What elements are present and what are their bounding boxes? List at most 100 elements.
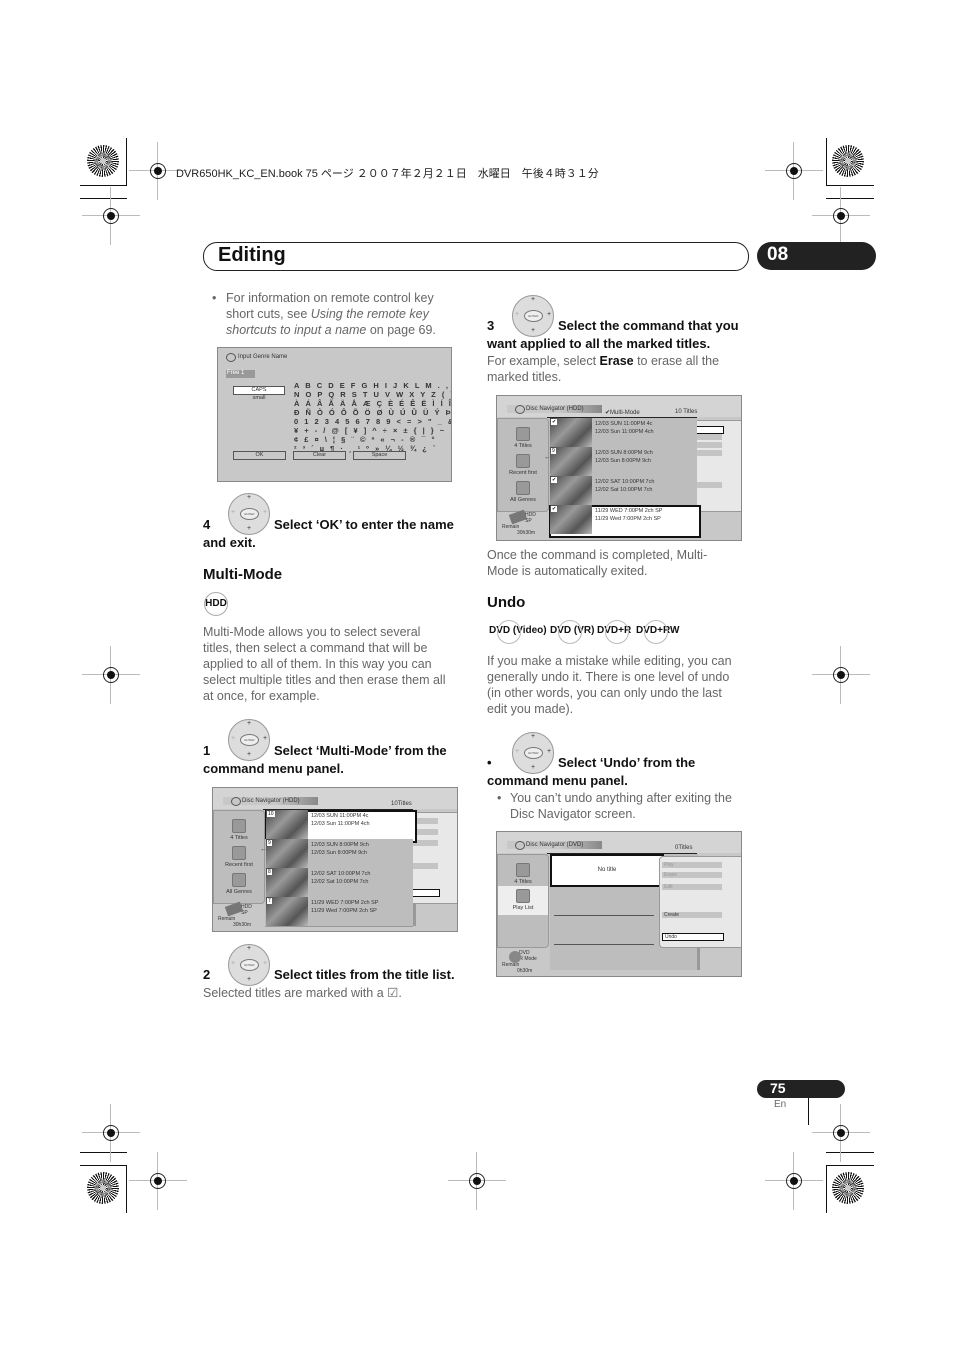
badge-circle xyxy=(497,620,521,644)
command-menu: Play Erase Edit Create Undo xyxy=(659,856,741,948)
keyboard-row[interactable]: À Á Â Ã Ä Å Æ Ç È É Ê Ë Ì Í Î Ï # xyxy=(294,399,451,408)
disc-icon xyxy=(515,841,525,850)
registration-sunburst-bottom-left xyxy=(87,1172,119,1204)
keyboard-row[interactable]: Ð Ñ Ò Ó Ô Õ Ö Ø Ù Ú Û Ü Ý Þ ß $ % xyxy=(294,408,451,417)
genre-name-field[interactable]: Free 1 xyxy=(226,370,255,378)
row-line-2: 12/03 Sun 8:00PM 9ch xyxy=(311,850,367,856)
step-1-number: 1 xyxy=(203,743,211,758)
thumbnail: ✔ xyxy=(550,418,592,447)
title-number: 9 xyxy=(267,840,272,846)
keyboard-row[interactable]: 0 1 2 3 4 5 6 7 8 9 < = > " _ & ' xyxy=(294,417,451,426)
registration-sunburst-bottom-right xyxy=(832,1172,864,1204)
registration-sunburst-top-left xyxy=(87,145,119,177)
side-panel: 4 Titles Play List xyxy=(497,854,549,948)
crop-mark xyxy=(826,1152,874,1153)
undo-step-text: Select ‘Undo’ from the xyxy=(558,755,696,770)
crop-mark xyxy=(80,1165,127,1166)
caps-toggle[interactable]: CAPS xyxy=(233,386,285,395)
keyboard-row[interactable]: A B C D E F G H I J K L M . , ? ! xyxy=(294,381,451,390)
scrollbar[interactable] xyxy=(413,904,416,926)
registration-mark xyxy=(129,142,187,200)
side-item-titles[interactable]: 4 Titles xyxy=(498,863,548,885)
scrollbar[interactable] xyxy=(697,948,700,970)
keyboard-row[interactable]: ¥ + - / @ [ ¥ ] ^ ÷ × ± { | } ~ ¡ xyxy=(294,426,451,435)
space-button[interactable]: Space xyxy=(353,451,406,460)
step-3-note: For example, select Erase to erase all t… xyxy=(487,354,720,384)
undo-step-text-cont: command menu panel. xyxy=(487,773,628,788)
crop-mark xyxy=(80,185,127,186)
field-value: Free 1 xyxy=(227,370,245,376)
row-line-2: 12/03 Sun 11:00PM 4ch xyxy=(311,821,370,827)
step-3-text: Select the command that you xyxy=(558,318,739,333)
page-number: 75 xyxy=(770,1080,786,1096)
menu-item[interactable]: Undo xyxy=(662,933,724,941)
crop-mark xyxy=(826,1165,874,1166)
side-item-genres[interactable]: All Genres xyxy=(214,873,264,895)
bullet-line: For information on remote control key xyxy=(226,291,434,305)
row-line-1: 11/29 WED 7:00PM 2ch SP xyxy=(595,508,663,514)
genre-icon xyxy=(516,481,530,495)
side-item-titles[interactable]: 4 Titles xyxy=(214,819,264,841)
crop-mark xyxy=(80,198,127,199)
title-count: 10Titles xyxy=(391,801,412,807)
menu-item[interactable]: Create xyxy=(662,912,722,918)
input-genre-name-screen: Input Genre Name Free 1 CAPS small A B C… xyxy=(217,347,452,482)
menu-item[interactable]: Erase xyxy=(662,872,722,878)
title-count: 0Titles xyxy=(675,845,693,851)
crop-mark xyxy=(826,198,874,199)
crop-mark xyxy=(126,1165,127,1213)
small-toggle[interactable]: small xyxy=(233,395,285,401)
side-item-playlist[interactable]: Play List xyxy=(498,886,548,915)
chapter-tab: 08 xyxy=(757,242,876,270)
keyboard-row[interactable]: N O P Q R S T U V W X Y Z ( ) : ; xyxy=(294,390,451,399)
section-title-bar: Editing xyxy=(203,242,749,271)
side-item-genres[interactable]: All Genres xyxy=(498,481,548,503)
genre-icon xyxy=(232,873,246,887)
joystick-icon: ENTER + + + + xyxy=(228,944,270,986)
crop-mark xyxy=(826,185,874,186)
row-line-1: 11/29 WED 7:00PM 2ch SP xyxy=(311,900,379,906)
menu-item[interactable]: Edit xyxy=(662,884,722,890)
no-title-row[interactable]: No title xyxy=(550,854,664,887)
ok-button[interactable]: OK xyxy=(233,451,286,460)
side-item-sort[interactable]: Recent first xyxy=(214,846,264,868)
row-line-1: 12/03 SUN 8:00PM 9ch xyxy=(595,450,653,456)
undo-step-bullet: • xyxy=(487,755,492,770)
keyboard-row[interactable]: ¢ £ ¤ \ ¦ § ¨ © ª « ¬ - ® ¯ ° xyxy=(294,435,437,444)
screen-title: Disc Navigator (HDD) xyxy=(242,798,300,804)
side-item-sort[interactable]: Recent first xyxy=(498,454,548,476)
playlist-icon xyxy=(516,889,530,903)
row-line-2: 12/02 Sat 10:00PM 7ch xyxy=(595,487,653,493)
badge-circle xyxy=(558,620,582,644)
disc-icon xyxy=(226,353,236,362)
step-3-number: 3 xyxy=(487,318,495,333)
erase-emphasis: Erase xyxy=(599,354,634,368)
undo-paragraph: If you make a mistake while editing, you… xyxy=(487,654,732,716)
thumbnail: ✔ xyxy=(550,476,592,505)
thumbnail: 8 xyxy=(266,868,308,897)
bullet-link-italic: shortcuts to input a name xyxy=(226,323,367,337)
disc-navigator-screen-2: Disc Navigator (HDD) ✔Multi-Mode 10 Titl… xyxy=(496,395,742,541)
screen-title: Disc Navigator (DVD) xyxy=(526,842,584,848)
page-language: En xyxy=(774,1099,787,1110)
step-1-text: Select ‘Multi-Mode’ from the xyxy=(274,743,447,758)
thumbnail: 10 xyxy=(266,810,308,839)
crop-mark xyxy=(126,138,127,186)
step-4-number: 4 xyxy=(203,517,211,532)
step-2-note: Selected titles are marked with a ☑. xyxy=(203,986,402,1000)
disc-navigator-screen-3: Disc Navigator (DVD) 0Titles 4 Titles Pl… xyxy=(496,831,742,977)
dvd-disk-info: DVD VR Mode Remain 0h30m xyxy=(502,950,537,974)
row-line-2: 12/03 Sun 8:00PM 9ch xyxy=(595,458,651,464)
title-number: ✔ xyxy=(551,506,558,512)
registration-mark xyxy=(448,1152,506,1210)
title-number: 7 xyxy=(267,898,272,904)
print-header: DVR650HK_KC_EN.book 75 ページ ２００７年２月２１日 水曜… xyxy=(176,168,599,180)
dvd-icon xyxy=(509,951,521,963)
clear-button[interactable]: Clear xyxy=(293,451,346,460)
paragraph-line: select multiple titles and then erase th… xyxy=(203,673,446,687)
menu-item[interactable]: Play xyxy=(662,862,722,868)
registration-mark xyxy=(129,1152,187,1210)
list-icon xyxy=(232,819,246,833)
registration-mark xyxy=(812,187,870,245)
side-item-titles[interactable]: 4 Titles xyxy=(498,427,548,449)
